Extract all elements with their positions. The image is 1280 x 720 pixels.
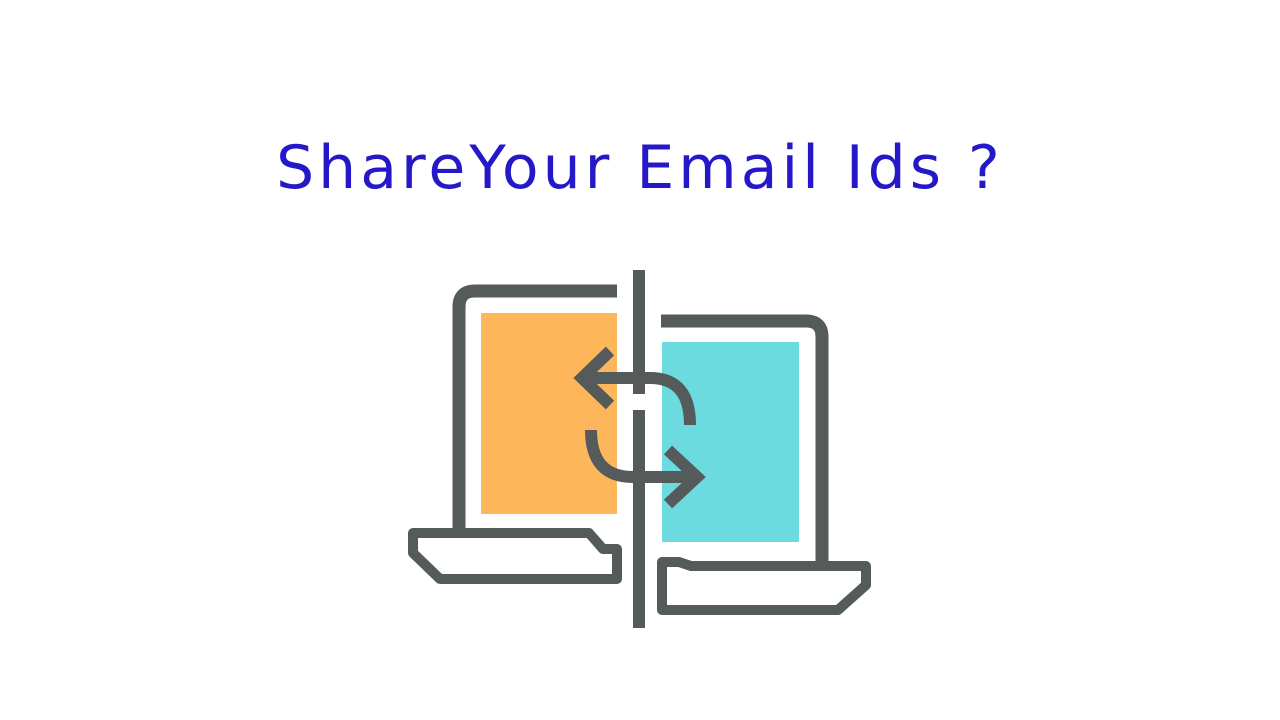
left-laptop-screen xyxy=(481,313,617,514)
laptops-sync-icon xyxy=(408,270,871,628)
right-laptop-screen xyxy=(662,342,799,542)
right-laptop-base xyxy=(657,557,871,615)
page: ShareYour Email Ids ? xyxy=(0,0,1280,720)
left-laptop-base xyxy=(408,528,622,584)
